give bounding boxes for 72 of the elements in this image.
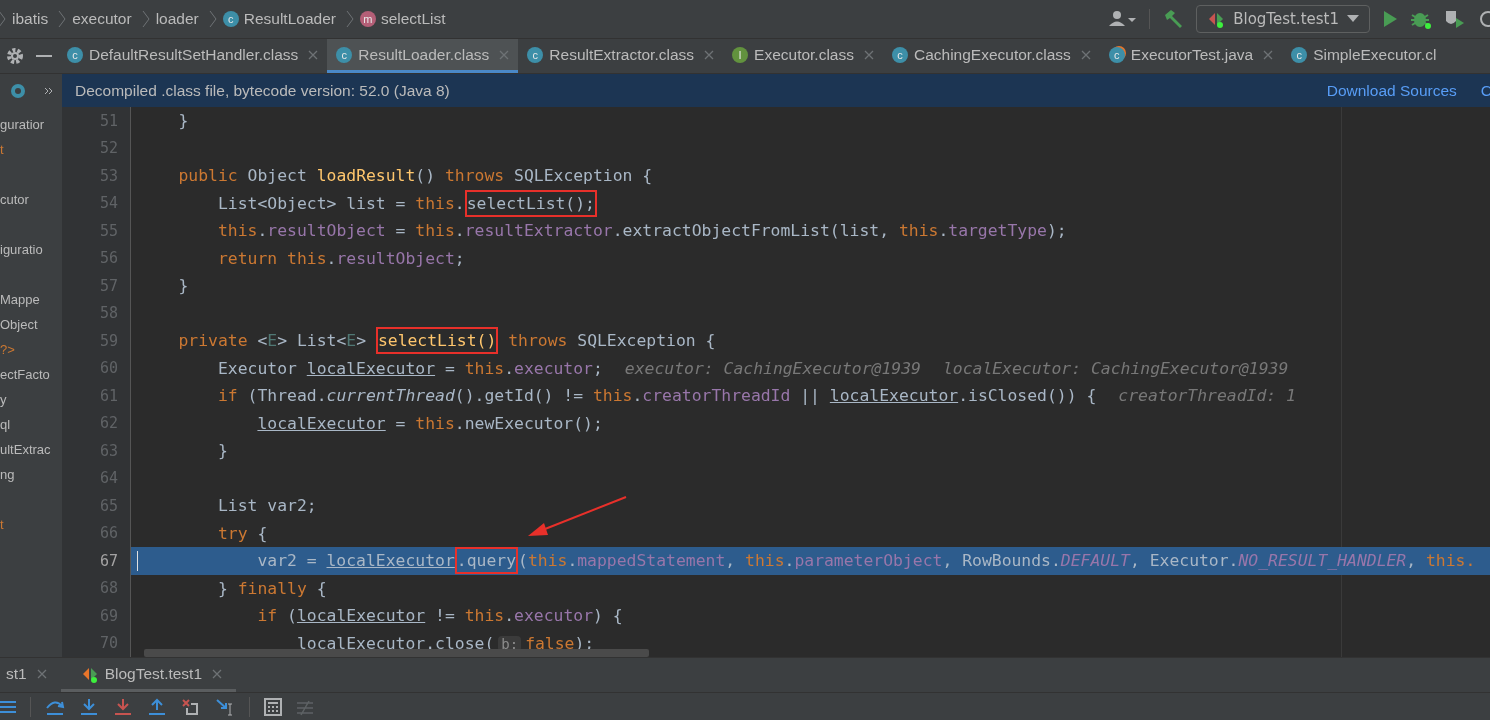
code-line: } xyxy=(177,110,189,132)
breadcrumb-item[interactable]: loader xyxy=(155,10,203,28)
code-line: } xyxy=(177,275,189,297)
close-icon[interactable] xyxy=(499,49,510,60)
tree-item[interactable]: ectFacto xyxy=(0,362,50,387)
run-icon[interactable] xyxy=(1382,10,1398,28)
step-into-icon[interactable] xyxy=(79,697,99,716)
close-icon[interactable] xyxy=(308,49,319,60)
code-line: if (Thread.currentThread().getId() != this.creatorThreadId || localExecutor.isClosed()) { creatorThreadId: 1 xyxy=(216,385,1296,407)
code-line: var2 = localExecutor.query(this.mappedStatement, this.parameterObject, RowBounds.DEFAULT, Executor.NO_RESULT_HANDLER, this. xyxy=(139,547,1476,575)
tree-item[interactable]: cutor xyxy=(0,187,29,212)
chevron-icon xyxy=(0,9,6,29)
target-icon[interactable] xyxy=(8,81,27,100)
tree-item[interactable]: guratior xyxy=(0,112,45,137)
chevrons-icon[interactable] xyxy=(43,86,54,95)
code-line: public Object loadResult() throws SQLException { xyxy=(177,165,653,187)
chevron-icon xyxy=(345,9,354,29)
code-line: List var2; xyxy=(216,495,317,517)
hammer-icon[interactable] xyxy=(1162,9,1185,29)
force-step-into-icon[interactable] xyxy=(113,697,133,716)
tree-item[interactable]: ql xyxy=(0,412,11,437)
menu-icon[interactable] xyxy=(0,699,16,714)
code-line: return this.resultObject; xyxy=(216,247,465,270)
close-icon[interactable] xyxy=(704,49,715,60)
dropdown-arrow-icon xyxy=(1347,15,1359,23)
code-line: List<Object> list = this.selectList(); xyxy=(139,189,597,217)
code-line: if (localExecutor != this.executor) { xyxy=(256,605,623,627)
tree-item[interactable]: iguratio xyxy=(0,237,43,262)
chevron-icon xyxy=(141,9,150,29)
run-configuration-dropdown[interactable]: BlogTest.test1 xyxy=(1196,5,1370,33)
minimize-icon[interactable] xyxy=(36,54,52,58)
tree-item[interactable]: t xyxy=(0,137,4,162)
settings-icon[interactable] xyxy=(6,47,24,65)
chevron-icon xyxy=(58,9,67,29)
code-line: private <E> List<E> selectList() throws SQLException { xyxy=(139,327,716,355)
clock-icon[interactable] xyxy=(1478,9,1490,29)
breadcrumb-item[interactable]: ibatis xyxy=(12,10,53,28)
breadcrumb-item[interactable]: m selectList xyxy=(359,10,450,28)
drop-frame-icon[interactable] xyxy=(181,697,201,716)
banner-message: Decompiled .class file, bytecode version: 52.0 (Java 8) xyxy=(75,81,450,100)
breadcrumb-item[interactable]: c ResultLoader xyxy=(222,10,340,28)
step-out-icon[interactable] xyxy=(147,697,167,716)
code-line: } finally { xyxy=(216,577,327,600)
tree-item[interactable]: ultExtrac xyxy=(0,437,51,462)
tree-item[interactable]: y xyxy=(0,387,7,412)
banner-link[interactable]: Download Sources xyxy=(1326,81,1457,100)
shield-icon[interactable] xyxy=(1444,9,1466,29)
tree-item[interactable]: Object xyxy=(0,312,38,337)
editor-tab[interactable]: c ResultLoader.class xyxy=(327,39,519,73)
calculator-icon[interactable] xyxy=(264,697,282,716)
tree-item[interactable]: t xyxy=(0,512,4,537)
close-icon[interactable] xyxy=(1263,49,1274,60)
code-line: Executor localExecutor = this.executor; executor: CachingExecutor@1939 localExecutor: CachingExecutor@1939 xyxy=(216,357,1289,380)
code-line: localExecutor = this.newExecutor(); xyxy=(256,412,603,435)
run-config-icon xyxy=(1207,10,1226,28)
tree-item[interactable]: ?> xyxy=(0,337,15,362)
close-icon[interactable] xyxy=(1080,49,1091,60)
close-icon[interactable] xyxy=(212,668,223,679)
debug-tab[interactable]: st1 xyxy=(0,658,61,692)
user-icon[interactable] xyxy=(1109,10,1138,28)
close-icon[interactable] xyxy=(864,49,874,60)
tree-item[interactable]: ng xyxy=(0,462,15,487)
chevron-icon xyxy=(208,9,217,29)
run-to-cursor-icon[interactable] xyxy=(215,697,235,716)
tree-item[interactable]: Mappe xyxy=(0,287,40,312)
line-number: 67 xyxy=(62,547,130,575)
breadcrumb-item[interactable]: executor xyxy=(72,10,136,28)
code-line: this.resultObject = this.resultExtractor.extractObjectFromList(list, this.targetType); xyxy=(216,220,1067,242)
scrollbar[interactable] xyxy=(144,649,649,657)
close-icon[interactable] xyxy=(36,668,47,679)
code-line: } xyxy=(216,440,228,462)
code-line: try { xyxy=(216,522,268,545)
